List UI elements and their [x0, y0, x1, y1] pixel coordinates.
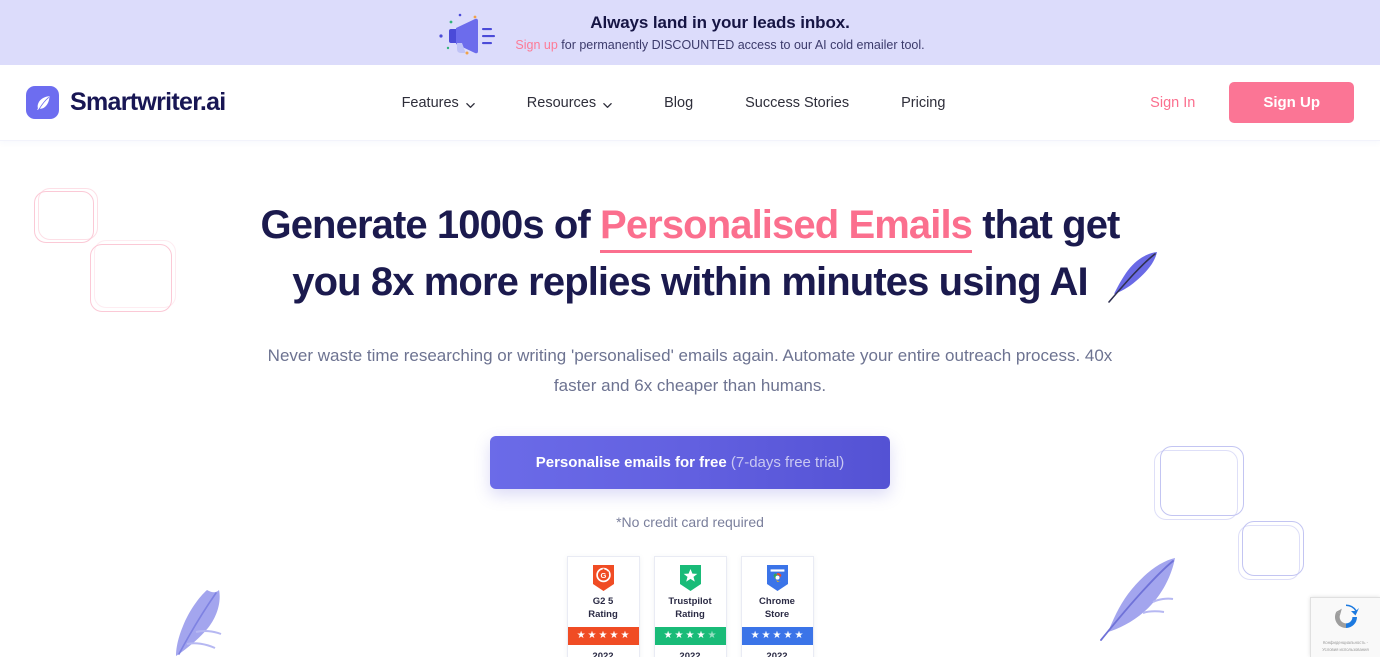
badge-name: Chrome Store [742, 596, 813, 628]
banner-subtitle-rest: for permanently DISCOUNTED access to our… [557, 37, 925, 52]
chrome-web-store-icon [742, 564, 813, 591]
nav-label: Blog [664, 94, 694, 111]
trust-badges: G G2 5 Rating ★ ★ ★ ★ ★ 2022 Trustpilot … [190, 555, 1190, 657]
hero-section: Generate 1000s of Personalised Emails th… [0, 141, 1380, 657]
sign-up-button[interactable]: Sign Up [1229, 82, 1354, 123]
logo[interactable]: Smartwriter.ai [26, 86, 226, 119]
trustpilot-star-icon [655, 564, 726, 591]
megaphone-icon [435, 8, 505, 58]
banner-title: Always land in your leads inbox. [590, 12, 850, 32]
badge-year: 2022 [679, 651, 701, 657]
headline-highlight: Personalised Emails [600, 203, 973, 247]
recaptcha-icon [1331, 602, 1361, 637]
nav-item-resources[interactable]: Resources [501, 95, 638, 111]
hero-content: Generate 1000s of Personalised Emails th… [190, 141, 1190, 657]
nav-item-pricing[interactable]: Pricing [875, 95, 971, 111]
nav-label: Success Stories [745, 94, 850, 111]
nav-item-features[interactable]: Features [376, 95, 501, 111]
g2-logo-icon: G [568, 564, 639, 591]
badge-name-line2: Rating [675, 608, 705, 620]
recaptcha-badge[interactable]: Конфиденциальность - Условия использован… [1310, 597, 1380, 657]
badge-stars: ★ ★ ★ ★ ★ [741, 627, 813, 646]
nav-label: Resources [526, 94, 597, 111]
sign-in-link[interactable]: Sign In [1150, 95, 1195, 111]
badge-name-line2: Rating [588, 608, 618, 620]
badge-stars: ★ ★ ★ ★ ★ [567, 627, 639, 646]
badge-name-line1: Chrome [759, 595, 795, 607]
svg-text:G: G [600, 571, 606, 580]
personalise-emails-cta-button[interactable]: Personalise emails for free (7-days free… [489, 435, 891, 489]
badge-name: G2 5 Rating [568, 596, 639, 628]
decoration-squares-left [30, 183, 200, 313]
headline-part1: Generate 1000s of [260, 203, 601, 247]
banner-signup-link[interactable]: Sign up [515, 38, 557, 52]
badge-stars: ★ ★ ★ ★ ★ [654, 627, 726, 646]
recaptcha-terms-label[interactable]: Условия использования [1322, 647, 1368, 653]
landing-page: Always land in your leads inbox. Sign up… [0, 0, 1380, 657]
nav-item-blog[interactable]: Blog [638, 95, 719, 111]
feather-quill-icon [26, 86, 59, 119]
badge-name-line2: Store [764, 608, 790, 620]
nav-label: Pricing [901, 94, 946, 111]
cta-primary-label: Personalise emails for free [535, 453, 727, 471]
banner-subtitle: Sign up for permanently DISCOUNTED acces… [515, 37, 924, 54]
site-header: Smartwriter.ai Features Resources Blog S… [0, 65, 1380, 141]
cta-secondary-label: (7-days free trial) [726, 453, 845, 471]
page-title: Generate 1000s of Personalised Emails th… [240, 197, 1140, 311]
nav-label: Features [401, 94, 459, 111]
logo-text: Smartwriter.ai [70, 88, 226, 116]
recaptcha-legal-text: Конфиденциальность - Условия использован… [1322, 640, 1368, 653]
badge-name-line1: Trustpilot [668, 595, 712, 607]
badge-name-line1: G2 5 [592, 595, 614, 607]
badge-year: 2022 [592, 651, 614, 657]
chevron-down-icon [603, 98, 612, 108]
badge-g2[interactable]: G G2 5 Rating ★ ★ ★ ★ ★ 2022 [566, 555, 640, 657]
chevron-down-icon [466, 98, 475, 108]
cta-wrapper: Personalise emails for free (7-days free… [190, 435, 1190, 489]
announcement-banner: Always land in your leads inbox. Sign up… [0, 0, 1380, 65]
badge-chrome-store[interactable]: Chrome Store ★ ★ ★ ★ ★ 2022 [740, 555, 814, 657]
nav-item-success-stories[interactable]: Success Stories [719, 95, 875, 111]
main-nav: Features Resources Blog Success Stories … [376, 95, 972, 111]
badge-year: 2022 [766, 651, 788, 657]
no-credit-card-note: *No credit card required [616, 513, 764, 530]
badge-trustpilot[interactable]: Trustpilot Rating ★ ★ ★ ★ ★ 2022 [653, 555, 727, 657]
hero-subheading: Never waste time researching or writing … [267, 345, 1113, 396]
recaptcha-privacy-label[interactable]: Конфиденциальность - [1322, 640, 1368, 646]
badge-name: Trustpilot Rating [655, 596, 726, 628]
